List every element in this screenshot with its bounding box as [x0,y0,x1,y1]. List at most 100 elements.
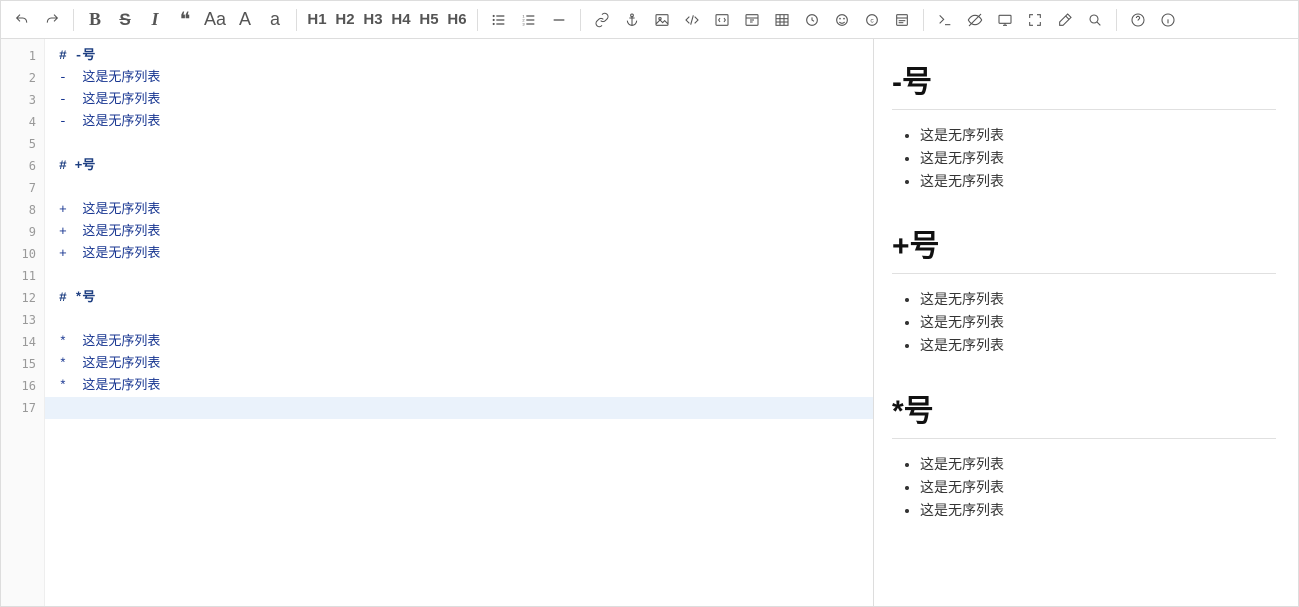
preview-list-item: 这是无序列表 [920,334,1276,357]
line-number: 8 [1,199,36,221]
main-area: 1234567891011121314151617 # -号- 这是无序列表- … [1,39,1298,606]
redo-button[interactable] [37,5,67,35]
quote-button[interactable]: ❝ [170,5,200,35]
preview-list-item: 这是无序列表 [920,311,1276,334]
line-number: 5 [1,133,36,155]
preview-button[interactable] [990,5,1020,35]
watch-button[interactable] [960,5,990,35]
table-button[interactable] [767,5,797,35]
preview-list: 这是无序列表这是无序列表这是无序列表 [892,124,1276,193]
h6-button[interactable]: H6 [443,11,471,28]
line-number: 13 [1,309,36,331]
preview-list-item: 这是无序列表 [920,288,1276,311]
preview-heading: *号 [892,386,1276,439]
line-number: 4 [1,111,36,133]
svg-text:c: c [870,17,874,24]
preview-list: 这是无序列表这是无序列表这是无序列表 [892,288,1276,357]
html-block-button[interactable] [737,5,767,35]
line-number: 6 [1,155,36,177]
lowercase-button[interactable]: a [260,5,290,35]
line-number: 17 [1,397,36,419]
line-number: 14 [1,331,36,353]
line-number: 10 [1,243,36,265]
line-number: 9 [1,221,36,243]
h3-button[interactable]: H3 [359,11,387,28]
preview-list-item: 这是无序列表 [920,147,1276,170]
code-line[interactable]: # -号 [59,45,873,67]
undo-button[interactable] [7,5,37,35]
code-block-button[interactable] [707,5,737,35]
divider [923,9,924,31]
capitalize-button[interactable]: Aa [200,5,230,35]
code-editor[interactable]: # -号- 这是无序列表- 这是无序列表- 这是无序列表 # +号 + 这是无序… [45,39,873,606]
h2-button[interactable]: H2 [331,11,359,28]
line-number: 2 [1,67,36,89]
code-line[interactable]: - 这是无序列表 [59,111,873,133]
code-line[interactable]: - 这是无序列表 [59,89,873,111]
divider [1116,9,1117,31]
help-button[interactable] [1123,5,1153,35]
italic-button[interactable]: I [140,5,170,35]
preview-list-item: 这是无序列表 [920,170,1276,193]
preview-list-item: 这是无序列表 [920,476,1276,499]
code-line[interactable] [59,265,873,287]
link-button[interactable] [587,5,617,35]
image-button[interactable] [647,5,677,35]
fullscreen-button[interactable] [1020,5,1050,35]
code-line[interactable]: # +号 [59,155,873,177]
line-number: 12 [1,287,36,309]
svg-text:3: 3 [522,21,525,26]
code-line[interactable]: + 这是无序列表 [59,243,873,265]
preview-list-item: 这是无序列表 [920,453,1276,476]
preview-heading: -号 [892,57,1276,110]
code-button[interactable] [677,5,707,35]
clear-button[interactable] [1050,5,1080,35]
datetime-button[interactable] [797,5,827,35]
bold-button[interactable]: B [80,5,110,35]
code-line[interactable] [59,177,873,199]
code-line[interactable]: + 这是无序列表 [59,221,873,243]
emoji-button[interactable] [827,5,857,35]
code-line[interactable] [59,397,873,419]
ordered-list-button[interactable]: 123 [514,5,544,35]
divider [580,9,581,31]
code-line[interactable]: * 这是无序列表 [59,375,873,397]
code-line[interactable]: + 这是无序列表 [59,199,873,221]
editor-pane: 1234567891011121314151617 # -号- 这是无序列表- … [1,39,874,606]
info-button[interactable] [1153,5,1183,35]
preview-list: 这是无序列表这是无序列表这是无序列表 [892,453,1276,522]
code-line[interactable]: # *号 [59,287,873,309]
divider [73,9,74,31]
anchor-button[interactable] [617,5,647,35]
code-line[interactable] [59,309,873,331]
preview-list-item: 这是无序列表 [920,499,1276,522]
code-line[interactable] [59,133,873,155]
line-number: 11 [1,265,36,287]
divider [296,9,297,31]
line-number: 16 [1,375,36,397]
code-line[interactable]: - 这是无序列表 [59,67,873,89]
unordered-list-button[interactable] [484,5,514,35]
h4-button[interactable]: H4 [387,11,415,28]
code-line[interactable]: * 这是无序列表 [59,353,873,375]
h1-button[interactable]: H1 [303,11,331,28]
strike-button[interactable]: S [110,5,140,35]
line-number: 7 [1,177,36,199]
line-number: 1 [1,45,36,67]
horizontal-rule-button[interactable] [544,5,574,35]
preview-pane: -号这是无序列表这是无序列表这是无序列表+号这是无序列表这是无序列表这是无序列表… [874,39,1298,606]
line-number-gutter: 1234567891011121314151617 [1,39,45,606]
line-number: 15 [1,353,36,375]
search-button[interactable] [1080,5,1110,35]
toolbar: B S I ❝ Aa A a H1 H2 H3 H4 H5 H6 123 [1,1,1298,39]
h5-button[interactable]: H5 [415,11,443,28]
divider [477,9,478,31]
page-break-button[interactable] [887,5,917,35]
goto-line-button[interactable] [930,5,960,35]
preview-list-item: 这是无序列表 [920,124,1276,147]
entities-button[interactable]: c [857,5,887,35]
line-number: 3 [1,89,36,111]
preview-heading: +号 [892,221,1276,274]
code-line[interactable]: * 这是无序列表 [59,331,873,353]
uppercase-button[interactable]: A [230,5,260,35]
